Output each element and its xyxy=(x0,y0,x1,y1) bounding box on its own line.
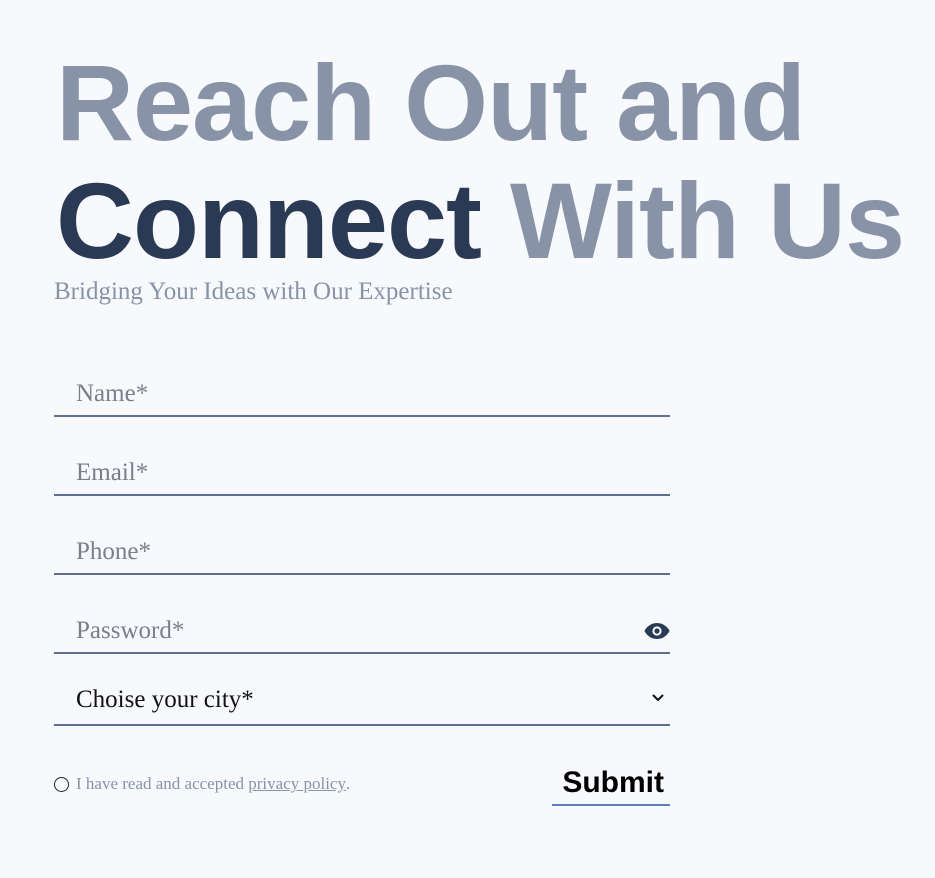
name-input[interactable] xyxy=(54,358,670,415)
contact-form: Choise your city* xyxy=(54,358,670,726)
privacy-consent: I have read and accepted privacy policy. xyxy=(54,774,350,794)
email-input[interactable] xyxy=(54,437,670,494)
phone-field-wrapper xyxy=(54,516,670,575)
city-select[interactable]: Choise your city* xyxy=(54,674,670,726)
name-field-wrapper xyxy=(54,358,670,417)
consent-text: I have read and accepted xyxy=(76,774,244,793)
hero-line1: Reach Out and xyxy=(56,42,806,163)
privacy-policy-link[interactable]: privacy policy xyxy=(248,774,346,794)
chevron-down-icon xyxy=(652,694,664,701)
submit-button[interactable]: Submit xyxy=(552,762,670,806)
phone-input[interactable] xyxy=(54,516,670,573)
hero-subtitle: Bridging Your Ideas with Our Expertise xyxy=(54,278,453,305)
hero-title: Reach Out and Connect With Us xyxy=(56,42,905,281)
password-field-wrapper xyxy=(54,595,670,654)
password-input[interactable] xyxy=(54,595,670,652)
email-field-wrapper xyxy=(54,437,670,496)
consent-period: . xyxy=(345,774,351,793)
city-select-value: Choise your city* xyxy=(76,686,254,713)
hero-emphasis: Connect xyxy=(56,160,482,281)
hero-line2-rest: With Us xyxy=(510,160,905,281)
eye-icon[interactable] xyxy=(644,622,670,640)
consent-radio[interactable] xyxy=(54,776,69,792)
